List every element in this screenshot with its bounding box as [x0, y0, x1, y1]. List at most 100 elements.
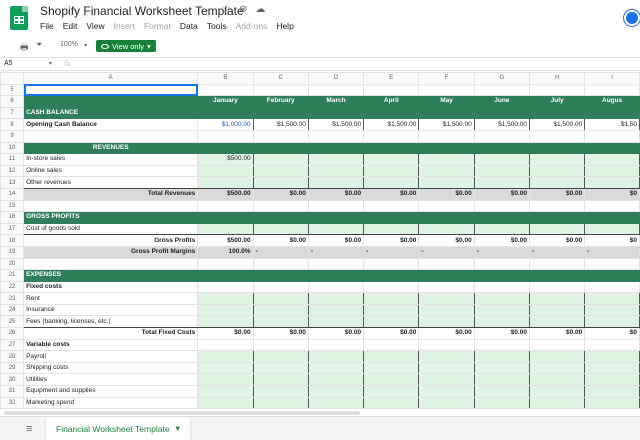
- cell[interactable]: [307, 315, 365, 329]
- cell[interactable]: [473, 211, 530, 224]
- cell[interactable]: [473, 361, 530, 375]
- cell[interactable]: [418, 292, 475, 305]
- cell[interactable]: [197, 338, 254, 352]
- cell[interactable]: [418, 338, 475, 352]
- cell[interactable]: [197, 315, 254, 329]
- cell[interactable]: [252, 292, 309, 305]
- cell[interactable]: [418, 269, 475, 282]
- menu-edit[interactable]: Edit: [63, 21, 78, 31]
- cell[interactable]: [307, 257, 365, 271]
- cell[interactable]: [197, 129, 254, 143]
- cell-label[interactable]: Opening Cash Balance: [23, 118, 199, 131]
- cell[interactable]: [584, 222, 640, 236]
- cell[interactable]: [418, 350, 475, 363]
- cell-label[interactable]: [23, 95, 199, 108]
- cell[interactable]: $0.00: [528, 187, 586, 201]
- cell[interactable]: [197, 199, 254, 213]
- cell-label[interactable]: REVENUES: [23, 141, 199, 155]
- cell[interactable]: $1,500.00: [418, 118, 475, 131]
- cell[interactable]: [252, 164, 309, 178]
- cell[interactable]: [473, 373, 530, 387]
- cell[interactable]: [418, 385, 475, 398]
- cell[interactable]: [418, 141, 475, 155]
- cell[interactable]: [528, 350, 586, 363]
- cell[interactable]: [584, 129, 640, 143]
- column-header-g[interactable]: G: [473, 72, 530, 85]
- row-header[interactable]: 20: [0, 257, 25, 271]
- cell[interactable]: [197, 396, 254, 410]
- cell[interactable]: [307, 396, 365, 410]
- cell[interactable]: [307, 176, 365, 189]
- cell[interactable]: [363, 303, 420, 317]
- cell[interactable]: Augus: [584, 95, 640, 108]
- cell[interactable]: $0.00: [252, 187, 309, 201]
- cell-label[interactable]: Fees (banking, licenses, etc.): [23, 315, 199, 329]
- cell[interactable]: [584, 385, 640, 398]
- row-header[interactable]: 32: [0, 396, 25, 410]
- row-header[interactable]: 5: [0, 83, 25, 97]
- cell[interactable]: February: [252, 95, 309, 108]
- cell[interactable]: $1,500.00: [363, 118, 420, 131]
- cell-label[interactable]: Other revenues: [23, 176, 199, 189]
- cell[interactable]: $500.00: [197, 153, 254, 166]
- cell[interactable]: $0.00: [473, 187, 530, 201]
- name-box-caret-icon[interactable]: ▾: [49, 60, 52, 67]
- cell[interactable]: [418, 257, 475, 271]
- cell[interactable]: [307, 199, 365, 213]
- cell[interactable]: $0.00: [363, 327, 420, 340]
- column-header-d[interactable]: D: [307, 72, 365, 85]
- column-header-h[interactable]: H: [528, 72, 586, 85]
- cell[interactable]: [584, 303, 640, 317]
- cell-label[interactable]: Gross Profits: [23, 234, 199, 247]
- cell[interactable]: [307, 292, 365, 305]
- cell[interactable]: [363, 396, 420, 410]
- cell[interactable]: [473, 83, 530, 97]
- sheet-tab-caret-icon[interactable]: ▾: [176, 423, 180, 434]
- cell[interactable]: [473, 222, 530, 236]
- horizontal-scrollbar[interactable]: [4, 411, 360, 415]
- cell-label[interactable]: [23, 199, 199, 213]
- cell[interactable]: [197, 83, 254, 97]
- cell[interactable]: $1,500.00: [473, 118, 530, 131]
- row-header[interactable]: 29: [0, 361, 25, 375]
- cell[interactable]: [363, 280, 420, 294]
- cell[interactable]: [197, 292, 254, 305]
- cell[interactable]: [197, 361, 254, 375]
- cell[interactable]: [252, 396, 309, 410]
- cell[interactable]: [528, 83, 586, 97]
- cell[interactable]: [584, 338, 640, 352]
- cell[interactable]: [363, 269, 420, 282]
- cell[interactable]: -: [528, 245, 586, 259]
- avatar[interactable]: [624, 10, 640, 26]
- cell[interactable]: [584, 106, 640, 120]
- cell[interactable]: [252, 269, 309, 282]
- menu-insert[interactable]: Insert: [114, 21, 135, 31]
- cell[interactable]: [307, 106, 365, 120]
- document-title[interactable]: Shopify Financial Worksheet Template: [40, 4, 244, 18]
- cell-label[interactable]: Utilities: [23, 373, 199, 387]
- cell[interactable]: [473, 106, 530, 120]
- cell[interactable]: [363, 315, 420, 329]
- cell[interactable]: [197, 257, 254, 271]
- cell[interactable]: [197, 211, 254, 224]
- cell[interactable]: [363, 222, 420, 236]
- cell-label[interactable]: Payroll: [23, 350, 199, 363]
- cell[interactable]: [528, 211, 586, 224]
- cell[interactable]: [363, 361, 420, 375]
- row-header[interactable]: 14: [0, 187, 25, 201]
- zoom-select[interactable]: 100%: [60, 41, 78, 48]
- column-header-b[interactable]: B: [197, 72, 254, 85]
- row-header[interactable]: 10: [0, 141, 25, 155]
- cell[interactable]: [473, 199, 530, 213]
- menu-help[interactable]: Help: [276, 21, 293, 31]
- cell[interactable]: [252, 222, 309, 236]
- row-header[interactable]: 26: [0, 327, 25, 340]
- cell[interactable]: June: [473, 95, 530, 108]
- cell[interactable]: [418, 106, 475, 120]
- cell[interactable]: [307, 373, 365, 387]
- cell[interactable]: [252, 385, 309, 398]
- cell[interactable]: [363, 153, 420, 166]
- cell[interactable]: $0.00: [252, 327, 309, 340]
- cell[interactable]: [197, 164, 254, 178]
- cell[interactable]: [197, 222, 254, 236]
